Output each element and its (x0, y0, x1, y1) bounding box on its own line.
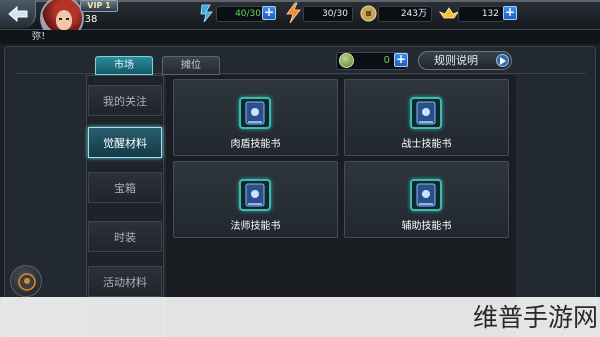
back-arrow-icon (8, 5, 28, 23)
avatar-eyes (59, 18, 69, 20)
assistant-icon (18, 273, 36, 291)
item-card-mage-skill-book[interactable]: 法师技能书 (173, 161, 338, 238)
category-fashion[interactable]: 时装 (88, 221, 162, 252)
item-card-support-skill-book[interactable]: 辅助技能书 (344, 161, 509, 238)
vip-badge[interactable]: VIP 1 (80, 0, 118, 12)
player-level: 38 (84, 14, 98, 25)
item-name: 肉盾技能书 (230, 139, 281, 150)
skill-book-icon (239, 179, 271, 211)
item-card-warrior-skill-book[interactable]: 战士技能书 (344, 79, 509, 156)
jade-coin-icon (339, 53, 354, 68)
add-currency-button[interactable]: + (394, 53, 408, 67)
coins-box: 243万 (378, 6, 432, 22)
currency-value: 0 (383, 55, 390, 66)
stamina-box: 40/30 (216, 6, 266, 22)
avatar-face (56, 10, 72, 30)
message-strip (0, 30, 600, 44)
stamina-value: 40/30 (235, 9, 261, 19)
back-button[interactable] (0, 0, 36, 28)
item-card-tank-skill-book[interactable]: 肉盾技能书 (173, 79, 338, 156)
gold-value: 132 (481, 9, 499, 19)
category-event-materials[interactable]: 活动材料 (88, 266, 162, 297)
coins-value: 243万 (400, 9, 427, 19)
message-text: 弥！ (32, 32, 51, 42)
energy-box: 30/30 (303, 6, 353, 22)
watermark-text: 维普手游网 (472, 303, 598, 332)
category-awakening-materials[interactable]: 觉醒材料 (88, 127, 162, 158)
rules-arrow-icon (496, 54, 509, 67)
item-name: 战士技能书 (401, 139, 452, 150)
category-following[interactable]: 我的关注 (88, 85, 162, 116)
tab-market[interactable]: 市场 (95, 56, 153, 75)
skill-book-icon (410, 179, 442, 211)
stamina-icon (200, 4, 213, 23)
floating-assistant-button[interactable] (10, 265, 42, 297)
category-treasure-chest[interactable]: 宝箱 (88, 172, 162, 203)
energy-value: 30/30 (322, 9, 348, 19)
skill-book-icon (239, 97, 271, 129)
skill-book-icon (410, 97, 442, 129)
gold-box: 132 (458, 6, 504, 22)
coin-icon (360, 5, 377, 22)
lightning-icon (286, 2, 301, 24)
gold-ingot-icon (438, 7, 460, 19)
item-name: 法师技能书 (230, 221, 281, 232)
item-name: 辅助技能书 (401, 221, 452, 232)
add-stamina-button[interactable]: + (262, 6, 276, 20)
tab-stall[interactable]: 摊位 (162, 56, 220, 75)
add-gold-button[interactable]: + (503, 6, 517, 20)
